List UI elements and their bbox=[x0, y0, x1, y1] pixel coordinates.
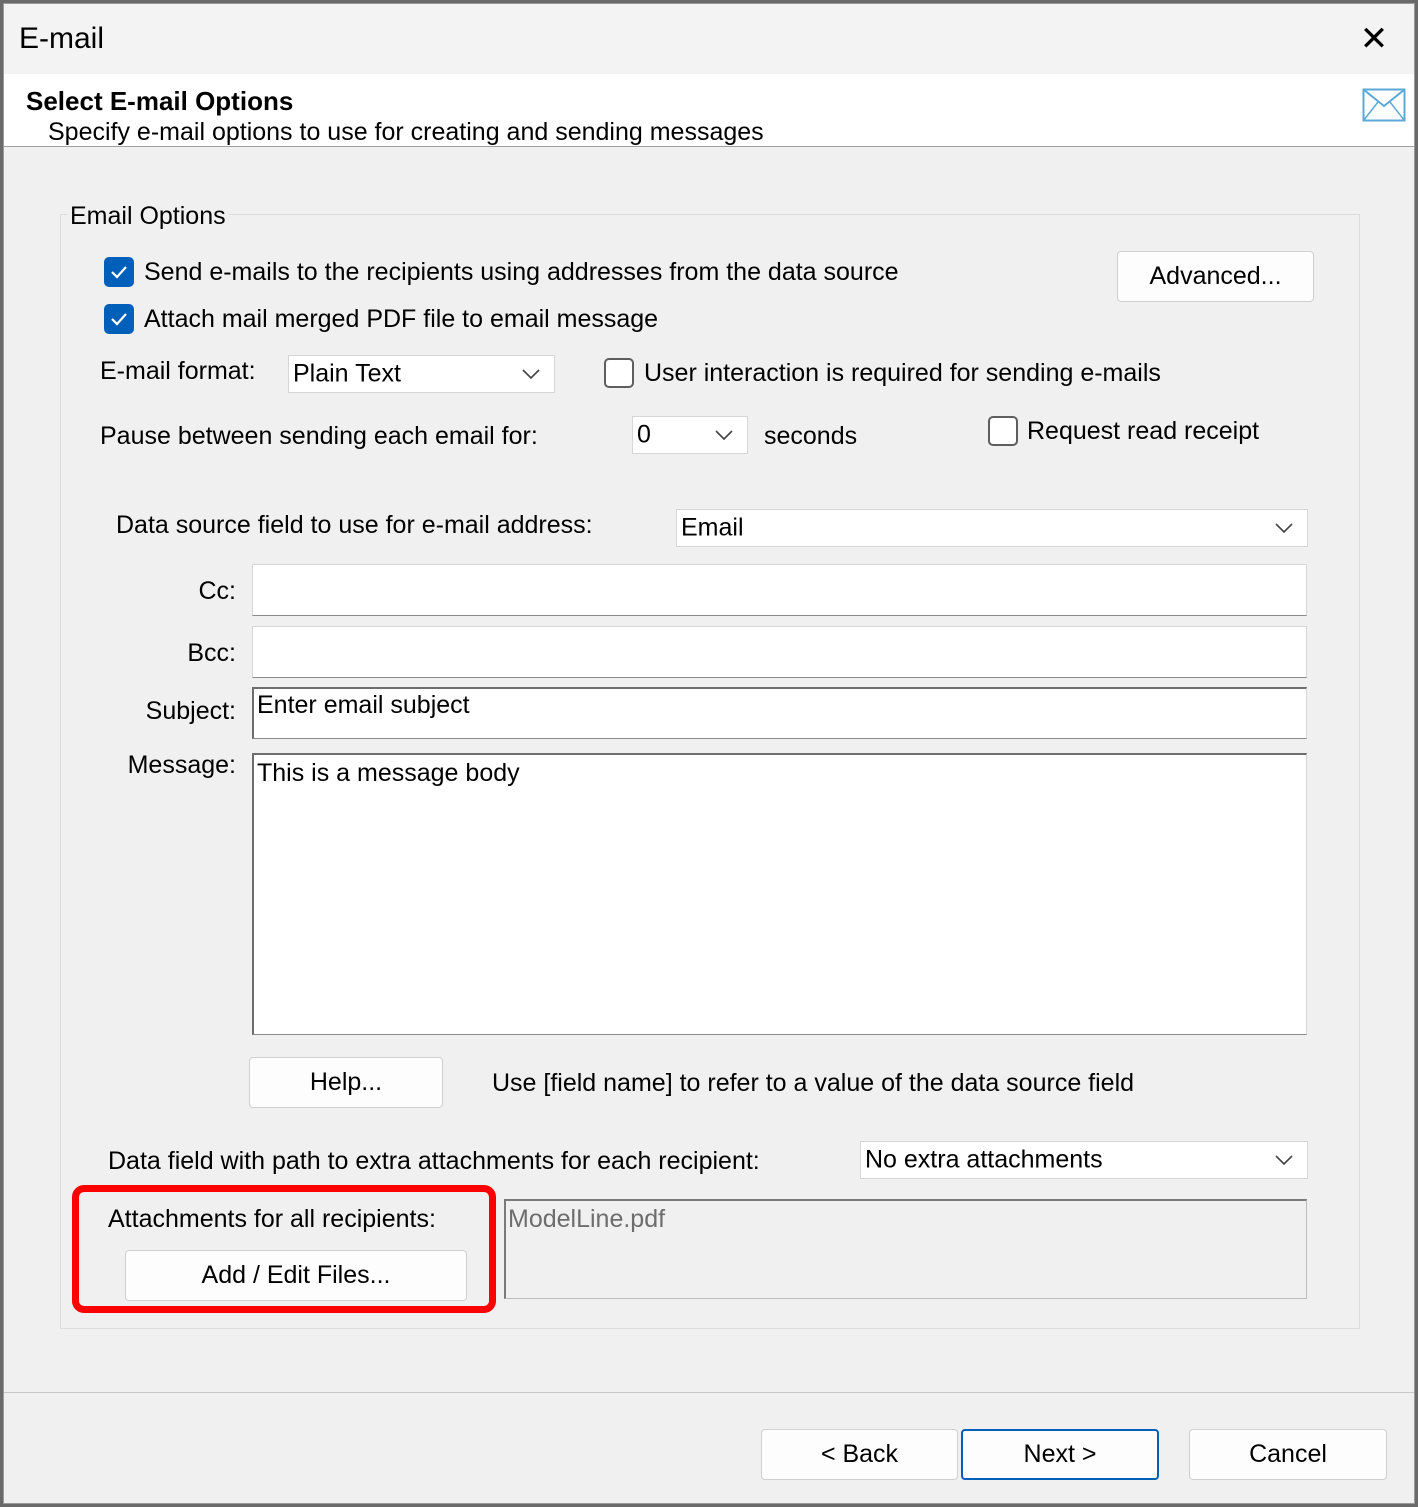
next-button[interactable]: Next > bbox=[961, 1429, 1159, 1480]
checkmark-icon bbox=[111, 266, 127, 279]
subject-value: Enter email subject bbox=[257, 691, 470, 719]
message-value: This is a message body bbox=[257, 759, 520, 787]
read-receipt-checkbox[interactable] bbox=[988, 416, 1018, 446]
back-button[interactable]: < Back bbox=[761, 1429, 958, 1480]
address-field-value: Email bbox=[681, 513, 744, 542]
chevron-down-icon bbox=[522, 369, 540, 379]
chevron-down-icon bbox=[1275, 523, 1293, 533]
extra-attachments-value: No extra attachments bbox=[865, 1145, 1103, 1174]
email-dialog: E-mail ✕ Select E-mail Options Specify e… bbox=[3, 3, 1415, 1504]
title-bar: E-mail ✕ bbox=[4, 4, 1414, 74]
wizard-header: Select E-mail Options Specify e-mail opt… bbox=[4, 74, 1414, 147]
checkmark-icon bbox=[111, 313, 127, 326]
seconds-label: seconds bbox=[764, 422, 858, 450]
bcc-input[interactable] bbox=[252, 626, 1307, 678]
message-textarea[interactable]: This is a message body bbox=[252, 753, 1307, 1035]
attachments-list: ModelLine.pdf bbox=[504, 1199, 1307, 1299]
user-interaction-label[interactable]: User interaction is required for sending… bbox=[644, 359, 1161, 388]
pause-seconds-dropdown[interactable]: 0 bbox=[632, 416, 748, 454]
read-receipt-label[interactable]: Request read receipt bbox=[1027, 417, 1259, 446]
cc-label: Cc: bbox=[198, 577, 237, 605]
help-button[interactable]: Help... bbox=[249, 1057, 443, 1108]
extra-attachments-label: Data field with path to extra attachment… bbox=[108, 1147, 760, 1175]
email-format-dropdown[interactable]: Plain Text bbox=[288, 355, 555, 393]
window-title: E-mail bbox=[19, 22, 105, 55]
address-field-dropdown[interactable]: Email bbox=[676, 509, 1308, 547]
help-hint: Use [field name] to refer to a value of … bbox=[492, 1069, 1135, 1097]
send-emails-checkbox[interactable] bbox=[104, 257, 134, 287]
subject-input[interactable]: Enter email subject bbox=[252, 687, 1307, 739]
subject-label: Subject: bbox=[145, 697, 236, 725]
pause-seconds-value: 0 bbox=[637, 420, 651, 449]
cancel-button[interactable]: Cancel bbox=[1189, 1429, 1387, 1480]
send-emails-label[interactable]: Send e-mails to the recipients using add… bbox=[144, 258, 899, 287]
envelope-icon bbox=[1362, 88, 1406, 127]
chevron-down-icon bbox=[715, 430, 733, 440]
attachment-file-name: ModelLine.pdf bbox=[508, 1205, 666, 1233]
attach-pdf-label[interactable]: Attach mail merged PDF file to email mes… bbox=[144, 305, 658, 334]
close-button[interactable]: ✕ bbox=[1354, 22, 1394, 56]
extra-attachments-dropdown[interactable]: No extra attachments bbox=[860, 1141, 1308, 1179]
cc-input[interactable] bbox=[252, 564, 1307, 616]
advanced-button[interactable]: Advanced... bbox=[1117, 251, 1314, 302]
email-format-value: Plain Text bbox=[293, 359, 401, 388]
header-title: Select E-mail Options bbox=[26, 86, 294, 116]
chevron-down-icon bbox=[1275, 1155, 1293, 1165]
header-subtitle: Specify e-mail options to use for creati… bbox=[48, 118, 764, 146]
attach-pdf-checkbox[interactable] bbox=[104, 304, 134, 334]
message-label: Message: bbox=[127, 751, 236, 779]
user-interaction-checkbox[interactable] bbox=[604, 358, 634, 388]
pause-label: Pause between sending each email for: bbox=[100, 422, 538, 450]
email-format-label: E-mail format: bbox=[100, 357, 256, 385]
email-options-group-label: Email Options bbox=[67, 202, 229, 231]
bcc-label: Bcc: bbox=[187, 639, 236, 667]
address-field-label: Data source field to use for e-mail addr… bbox=[116, 511, 593, 539]
highlight-annotation bbox=[72, 1185, 496, 1313]
footer-divider bbox=[4, 1392, 1414, 1393]
